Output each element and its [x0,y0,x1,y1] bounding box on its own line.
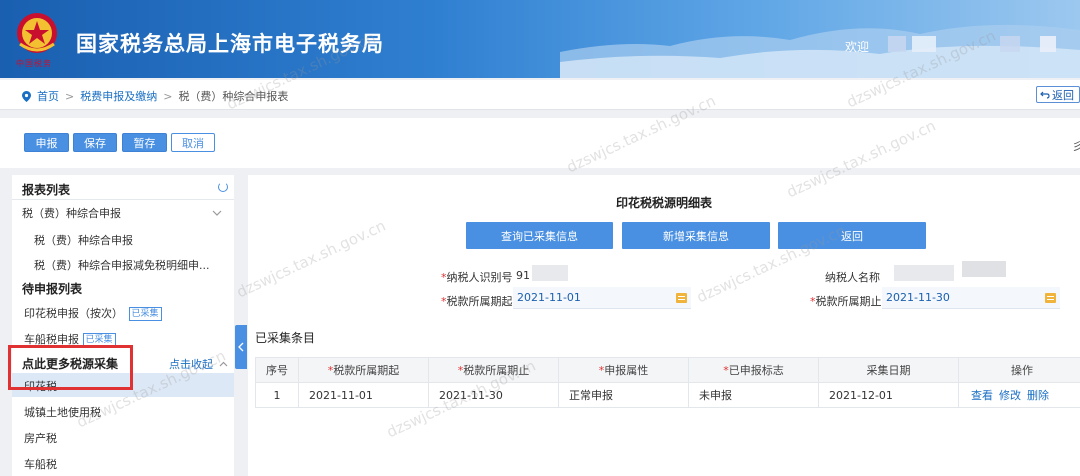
location-pin-icon [22,90,31,102]
cell-declared-flag: 未申报 [688,382,819,408]
return-button[interactable]: 返回 [778,222,926,249]
col-header-collect-date: 采集日期 [818,357,959,383]
top-banner: 中国税务 国家税务总局上海市电子税务局 欢迎 [0,0,1080,78]
chevron-left-icon [238,342,244,352]
more-item-vehicle-tax[interactable]: 车船税 [24,456,246,472]
user-name-redacted [1040,36,1056,52]
main-panel: 印花税税源明细表 查询已采集信息 新增采集信息 返回 *纳税人识别号 91 纳税… [248,175,1080,476]
query-collected-button[interactable]: 查询已采集信息 [466,222,613,249]
col-header-period-end: *税款所属期止 [428,357,559,383]
breadcrumb-tax-declaration[interactable]: 税费申报及缴纳 [80,88,157,104]
user-name-redacted [888,36,906,52]
cancel-button[interactable]: 取消 [171,133,215,152]
view-link[interactable]: 查看 [971,389,993,402]
page-title: 印花税税源明细表 [615,196,712,210]
back-button-label: 返回 [1052,88,1074,102]
calendar-icon[interactable] [1045,293,1056,303]
cell-collect-date: 2021-12-01 [818,382,959,408]
delete-link[interactable]: 删除 [1027,389,1049,402]
user-name-redacted [1000,36,1020,52]
collected-badge: 已采集 [128,307,162,321]
cell-index: 1 [255,382,299,408]
taxpayer-id-value: 91 [516,269,530,282]
col-header-index: 序号 [255,357,299,383]
taxpayer-name-redacted [962,261,1006,277]
pending-list-title: 待申报列表 [22,282,83,296]
report-group[interactable]: 税（费）种综合申报 [22,205,222,221]
col-header-declared-flag: *已申报标志 [688,357,819,383]
taxpayer-name-label: 纳税人名称 [825,271,880,284]
report-list-title: 报表列表 [22,183,71,197]
breadcrumb-separator: > [163,89,173,103]
period-start-input[interactable]: 2021-11-01 [513,287,691,309]
table-row: 1 2021-11-01 2021-11-30 正常申报 未申报 2021-12… [255,382,1080,408]
taxpayer-id-redacted [532,265,568,281]
highlight-annotation-box [8,345,133,390]
period-end-input[interactable]: 2021-11-30 [882,287,1060,309]
user-name-redacted [912,36,936,52]
chevron-up-icon [219,361,227,367]
add-collection-button[interactable]: 新增采集信息 [622,222,770,249]
taxpayer-id-label: *纳税人识别号 [441,271,513,284]
pending-item-label: 印花税申报（按次） [24,307,123,320]
sidebar-collapse-handle[interactable] [235,325,247,369]
calendar-icon[interactable] [676,293,687,303]
collected-items-table: 序号 *税款所属期起 *税款所属期止 *申报属性 *已申报标志 采集日期 操作 … [255,357,1080,408]
period-start-label: *税款所属期起 [441,295,513,308]
chevron-down-icon[interactable] [212,208,222,218]
temp-save-button[interactable]: 暂存 [122,133,167,152]
col-header-period-start: *税款所属期起 [298,357,429,383]
period-end-label: *税款所属期止 [810,295,882,308]
col-header-declare-attr: *申报属性 [558,357,689,383]
taxpayer-name-redacted [894,265,954,281]
collapse-link-label: 点击收起 [169,358,213,371]
period-start-value: 2021-11-01 [517,291,581,304]
action-toolbar: 申报 保存 暂存 取消 彡 [0,118,1080,168]
pending-item-stamp-tax[interactable]: 印花税申报（按次） 已采集 [24,305,246,321]
emblem-caption: 中国税务 [16,59,52,68]
refresh-icon[interactable] [218,182,228,192]
report-item[interactable]: 税（费）种综合申报减免税明细申... [34,257,224,273]
cell-period-start: 2021-11-01 [298,382,429,408]
report-item[interactable]: 税（费）种综合申报 [34,232,224,248]
breadcrumb-bar: 首页 > 税费申报及缴纳 > 税（费）种综合申报表 返回 [0,80,1080,110]
edit-link[interactable]: 修改 [999,389,1021,402]
tax-emblem-icon [17,13,57,53]
report-group-label: 税（费）种综合申报 [22,207,121,220]
collapse-link[interactable]: 点击收起 [169,356,229,372]
breadcrumb-current: 税（费）种综合申报表 [178,90,289,103]
period-end-value: 2021-11-30 [886,291,950,304]
declare-button[interactable]: 申报 [24,133,69,152]
cell-period-end: 2021-11-30 [428,382,559,408]
table-header-row: 序号 *税款所属期起 *税款所属期止 *申报属性 *已申报标志 采集日期 操作 [255,357,1080,383]
back-button[interactable]: 返回 [1036,86,1080,103]
more-item-land-use-tax[interactable]: 城镇土地使用税 [24,404,246,420]
welcome-label: 欢迎 [845,40,870,54]
return-arrow-icon [1040,91,1050,99]
divider [12,199,234,200]
cell-declare-attr: 正常申报 [558,382,689,408]
cell-actions: 查看 修改 删除 [958,382,1080,408]
col-header-actions: 操作 [958,357,1080,383]
collected-items-heading: 已采集条目 [255,331,316,345]
breadcrumb-home[interactable]: 首页 [37,88,59,104]
breadcrumb: 首页 > 税费申报及缴纳 > 税（费）种综合申报表 [22,88,288,104]
site-title: 国家税务总局上海市电子税务局 [76,32,384,56]
sidebar: 报表列表 税（费）种综合申报 税（费）种综合申报 税（费）种综合申报减免税明细申… [12,175,234,476]
breadcrumb-separator: > [65,89,75,103]
toolbar-overflow-text: 彡 [1072,140,1080,153]
save-button[interactable]: 保存 [73,133,117,152]
more-item-property-tax[interactable]: 房产税 [24,430,246,446]
